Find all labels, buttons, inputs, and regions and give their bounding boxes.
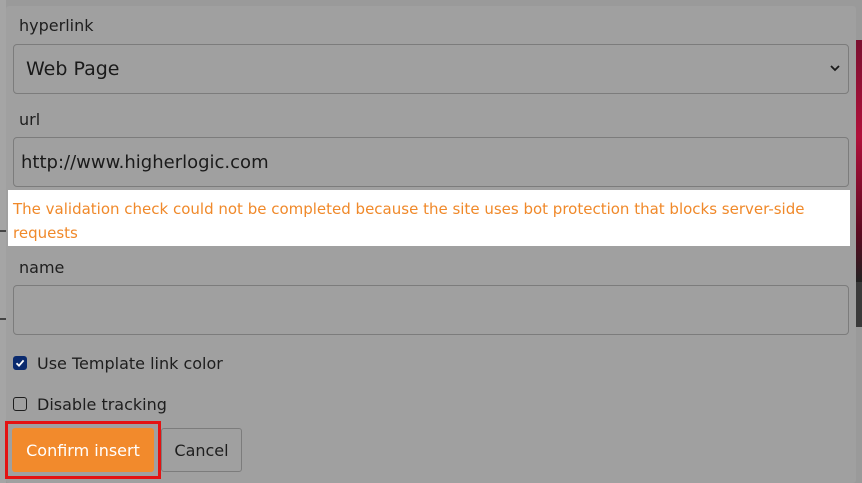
use-template-link-color-checkbox[interactable] bbox=[13, 356, 27, 370]
disable-tracking-label: Disable tracking bbox=[37, 394, 167, 414]
url-input-value: http://www.higherlogic.com bbox=[21, 151, 269, 173]
hyperlink-type-select[interactable]: Web Page bbox=[13, 44, 849, 94]
url-label: url bbox=[19, 110, 41, 129]
check-icon bbox=[15, 359, 25, 368]
url-input[interactable]: http://www.higherlogic.com bbox=[13, 137, 849, 187]
confirm-insert-button[interactable]: Confirm insert bbox=[12, 428, 154, 472]
chevron-down-icon bbox=[830, 65, 840, 72]
name-input[interactable] bbox=[13, 285, 849, 335]
name-label: name bbox=[19, 258, 65, 277]
validation-error-message: The validation check could not be comple… bbox=[8, 190, 850, 246]
cancel-button[interactable]: Cancel bbox=[161, 428, 242, 472]
disable-tracking-checkbox[interactable] bbox=[13, 397, 27, 411]
use-template-link-color-option[interactable]: Use Template link color bbox=[13, 353, 223, 373]
hyperlink-type-value: Web Page bbox=[26, 58, 120, 80]
validation-error-text: The validation check could not be comple… bbox=[13, 200, 805, 242]
disable-tracking-option[interactable]: Disable tracking bbox=[13, 394, 167, 414]
insert-hyperlink-dialog: hyperlink Web Page url http://www.higher… bbox=[6, 6, 856, 483]
hyperlink-label: hyperlink bbox=[19, 16, 94, 35]
use-template-link-color-label: Use Template link color bbox=[37, 353, 223, 373]
